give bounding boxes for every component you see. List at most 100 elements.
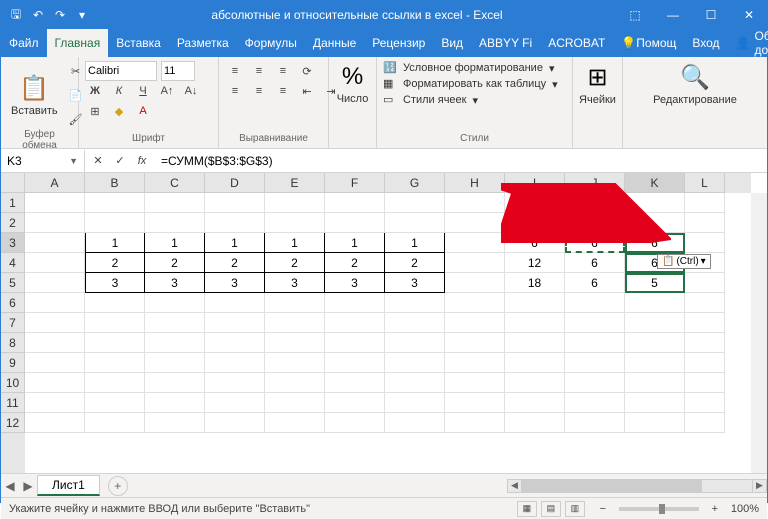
cell-G9[interactable] xyxy=(385,353,445,373)
cell-C7[interactable] xyxy=(145,313,205,333)
cell-H12[interactable] xyxy=(445,413,505,433)
cell-E6[interactable] xyxy=(265,293,325,313)
cell-F9[interactable] xyxy=(325,353,385,373)
tab-data[interactable]: Данные xyxy=(305,29,364,57)
row-header-9[interactable]: 9 xyxy=(1,353,25,373)
cell-K1[interactable] xyxy=(625,193,685,213)
namebox-dropdown-icon[interactable]: ▼ xyxy=(69,156,78,166)
horizontal-scrollbar[interactable]: ◀ ▶ xyxy=(507,479,767,493)
cell-E3[interactable]: 1 xyxy=(265,233,325,253)
col-header-H[interactable]: H xyxy=(445,173,505,193)
cell-I11[interactable] xyxy=(505,393,565,413)
underline-button[interactable]: Ч xyxy=(133,81,153,101)
row-header-7[interactable]: 7 xyxy=(1,313,25,333)
cell-D10[interactable] xyxy=(205,373,265,393)
cell-L8[interactable] xyxy=(685,333,725,353)
tab-formulas[interactable]: Формулы xyxy=(237,29,305,57)
cell-L9[interactable] xyxy=(685,353,725,373)
cell-I1[interactable] xyxy=(505,193,565,213)
ribbon-options-icon[interactable]: ⬚ xyxy=(617,1,653,29)
cell-F3[interactable]: 1 xyxy=(325,233,385,253)
cell-A9[interactable] xyxy=(25,353,85,373)
cell-E9[interactable] xyxy=(265,353,325,373)
cell-G3[interactable]: 1 xyxy=(385,233,445,253)
tab-layout[interactable]: Разметка xyxy=(169,29,237,57)
cell-B12[interactable] xyxy=(85,413,145,433)
cell-F2[interactable] xyxy=(325,213,385,233)
name-box[interactable]: K3 ▼ xyxy=(1,150,85,172)
cell-A10[interactable] xyxy=(25,373,85,393)
cell-K5[interactable]: 5 xyxy=(625,273,685,293)
cell-D6[interactable] xyxy=(205,293,265,313)
cell-C8[interactable] xyxy=(145,333,205,353)
align-center-button[interactable]: ≡ xyxy=(249,81,269,101)
formula-input[interactable] xyxy=(155,154,767,168)
cell-K6[interactable] xyxy=(625,293,685,313)
cell-B8[interactable] xyxy=(85,333,145,353)
tab-abbyy[interactable]: ABBYY Fi xyxy=(471,29,540,57)
col-header-F[interactable]: F xyxy=(325,173,385,193)
col-header-I[interactable]: I xyxy=(505,173,565,193)
cell-D3[interactable]: 1 xyxy=(205,233,265,253)
cell-C1[interactable] xyxy=(145,193,205,213)
sheet-tab[interactable]: Лист1 xyxy=(37,475,100,496)
cell-F8[interactable] xyxy=(325,333,385,353)
col-header-C[interactable]: C xyxy=(145,173,205,193)
editing-button[interactable]: 🔍 Редактирование xyxy=(629,61,761,108)
cell-K9[interactable] xyxy=(625,353,685,373)
cell-J10[interactable] xyxy=(565,373,625,393)
share-button[interactable]: 👤 Общий доступ xyxy=(728,29,768,57)
row-header-1[interactable]: 1 xyxy=(1,193,25,213)
cell-C9[interactable] xyxy=(145,353,205,373)
tab-acrobat[interactable]: ACROBAT xyxy=(540,29,613,57)
enter-formula-button[interactable]: ✓ xyxy=(111,152,129,170)
undo-icon[interactable]: ↶ xyxy=(31,8,45,22)
cell-L5[interactable] xyxy=(685,273,725,293)
row-header-8[interactable]: 8 xyxy=(1,333,25,353)
cell-F1[interactable] xyxy=(325,193,385,213)
cell-B1[interactable] xyxy=(85,193,145,213)
tell-me[interactable]: 💡 Помощ xyxy=(613,29,684,57)
number-format-button[interactable]: % Число xyxy=(335,61,370,107)
cell-H1[interactable] xyxy=(445,193,505,213)
cell-F7[interactable] xyxy=(325,313,385,333)
cell-L7[interactable] xyxy=(685,313,725,333)
cell-K11[interactable] xyxy=(625,393,685,413)
cell-J7[interactable] xyxy=(565,313,625,333)
cell-L12[interactable] xyxy=(685,413,725,433)
row-header-10[interactable]: 10 xyxy=(1,373,25,393)
cell-B11[interactable] xyxy=(85,393,145,413)
cell-G2[interactable] xyxy=(385,213,445,233)
cell-A1[interactable] xyxy=(25,193,85,213)
cell-G1[interactable] xyxy=(385,193,445,213)
cell-I5[interactable]: 18 xyxy=(505,273,565,293)
cell-J6[interactable] xyxy=(565,293,625,313)
cell-G10[interactable] xyxy=(385,373,445,393)
cell-L10[interactable] xyxy=(685,373,725,393)
cell-D11[interactable] xyxy=(205,393,265,413)
cell-G12[interactable] xyxy=(385,413,445,433)
add-sheet-button[interactable]: + xyxy=(108,476,128,496)
sheet-nav-prev[interactable]: ◀ xyxy=(1,479,19,493)
cell-D4[interactable]: 2 xyxy=(205,253,265,273)
cell-H6[interactable] xyxy=(445,293,505,313)
cell-D12[interactable] xyxy=(205,413,265,433)
cell-G6[interactable] xyxy=(385,293,445,313)
zoom-in-button[interactable]: + xyxy=(705,499,725,519)
cell-H11[interactable] xyxy=(445,393,505,413)
cell-B2[interactable] xyxy=(85,213,145,233)
cell-styles-button[interactable]: ▭ Стили ячеек ▾ xyxy=(383,93,566,107)
cell-B4[interactable]: 2 xyxy=(85,253,145,273)
cell-I9[interactable] xyxy=(505,353,565,373)
cell-H7[interactable] xyxy=(445,313,505,333)
cell-D7[interactable] xyxy=(205,313,265,333)
cell-F11[interactable] xyxy=(325,393,385,413)
cell-F4[interactable]: 2 xyxy=(325,253,385,273)
align-bottom-button[interactable]: ≡ xyxy=(273,61,293,81)
close-button[interactable]: ✕ xyxy=(731,1,767,29)
cell-I8[interactable] xyxy=(505,333,565,353)
cell-B6[interactable] xyxy=(85,293,145,313)
cell-J8[interactable] xyxy=(565,333,625,353)
tab-review[interactable]: Рецензир xyxy=(364,29,433,57)
cell-J3[interactable]: 6 xyxy=(565,233,625,253)
